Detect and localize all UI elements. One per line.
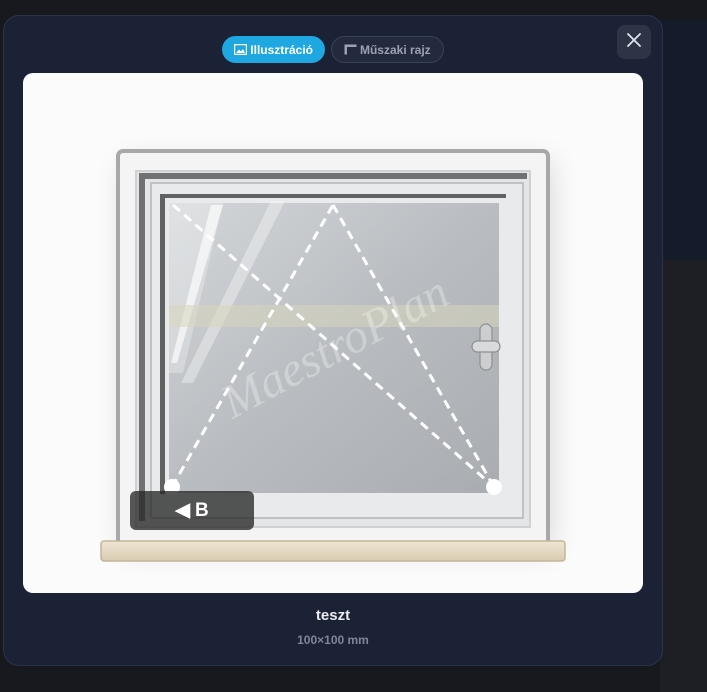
gasket-left — [139, 173, 145, 521]
window-sill — [100, 540, 566, 562]
blueprint-icon — [344, 44, 357, 55]
tab-illustration-label: Illusztráció — [250, 42, 313, 57]
view-tabs: Illusztráció Műszaki rajz — [4, 36, 662, 63]
background-strip — [660, 260, 707, 692]
tab-technical-drawing-label: Műszaki rajz — [359, 42, 431, 57]
product-dimensions: 100×100 mm — [297, 633, 369, 647]
window-illustration: MaestroPlan ◀ B — [23, 73, 643, 593]
sash-gasket-left — [160, 194, 165, 494]
preview-modal: Illusztráció Műszaki rajz MaestroPlan ◀ … — [3, 15, 663, 666]
arrow-left-icon: ◀ — [175, 500, 190, 521]
window-drawing: MaestroPlan — [100, 149, 566, 562]
opening-direction-label: B — [194, 499, 209, 521]
image-icon — [234, 44, 248, 55]
tab-illustration[interactable]: Illusztráció — [222, 36, 325, 63]
close-icon — [626, 32, 642, 53]
sash-gasket-top — [160, 194, 506, 198]
background-panel — [660, 20, 707, 260]
gasket-top — [139, 173, 527, 179]
product-name: teszt — [315, 607, 351, 624]
close-button[interactable] — [617, 25, 651, 59]
tab-technical-drawing[interactable]: Műszaki rajz — [330, 36, 444, 63]
opening-direction-badge: ◀ B — [130, 491, 254, 530]
hinge-marker-right — [486, 479, 502, 495]
